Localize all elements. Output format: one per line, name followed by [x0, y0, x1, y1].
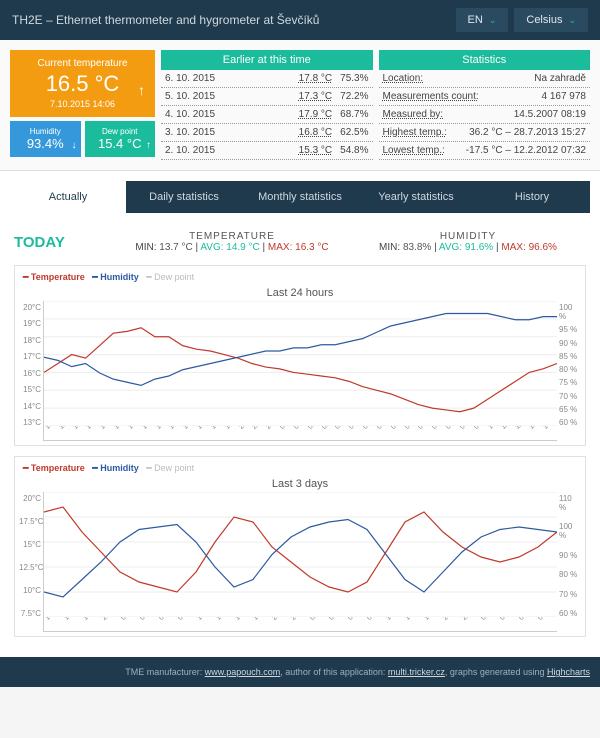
table-row: Measured by:14.5.2007 08:19 — [379, 106, 591, 124]
table-row: 2. 10. 201515.3 °C54.8% — [161, 142, 373, 160]
table-row: Highest temp.:36.2 °C – 28.7.2013 15:27 — [379, 124, 591, 142]
lang-select[interactable]: EN⌄ — [456, 8, 509, 32]
tab-daily-statistics[interactable]: Daily statistics — [126, 181, 242, 213]
trend-up-icon: ↑ — [146, 140, 151, 151]
hum-summary: HUMIDITY MIN: 83.8% | AVG: 91.6% | MAX: … — [350, 231, 586, 253]
chart: ━ Temperature ━ Humidity ━ Dew pointLast… — [14, 265, 586, 446]
footer: TME manufacturer: www.papouch.com, autho… — [0, 657, 600, 687]
footer-link[interactable]: www.papouch.com — [205, 667, 281, 677]
chevron-down-icon: ⌄ — [489, 15, 497, 26]
table-row: 3. 10. 201516.8 °C62.5% — [161, 124, 373, 142]
tab-yearly-statistics[interactable]: Yearly statistics — [358, 181, 474, 213]
table-row: Lowest temp.:-17.5 °C – 12.2.2012 07:32 — [379, 142, 591, 160]
current-temp-card: Current temperature 16.5 °C ↑ 7.10.2015 … — [10, 50, 155, 117]
tab-actually[interactable]: Actually — [10, 181, 126, 213]
tab-monthly-statistics[interactable]: Monthly statistics — [242, 181, 358, 213]
header: TH2E – Ethernet thermometer and hygromet… — [0, 0, 600, 40]
tabs: ActuallyDaily statisticsMonthly statisti… — [10, 181, 590, 213]
footer-link[interactable]: Highcharts — [547, 667, 590, 677]
today-label: TODAY — [14, 234, 114, 251]
current-temp-value: 16.5 °C — [18, 71, 147, 97]
footer-link[interactable]: multi.tricker.cz — [388, 667, 445, 677]
tab-history[interactable]: History — [474, 181, 590, 213]
trend-up-icon: ↑ — [138, 82, 145, 98]
trend-down-icon: ↓ — [72, 140, 77, 151]
table-row: Location:Na zahradě — [379, 70, 591, 88]
chart: ━ Temperature ━ Humidity ━ Dew pointLast… — [14, 456, 586, 637]
table-row: Measurements count:4 167 978 — [379, 88, 591, 106]
humidity-card: Humidity 93.4% ↓ — [10, 121, 81, 157]
temp-summary: TEMPERATURE MIN: 13.7 °C | AVG: 14.9 °C … — [114, 231, 350, 253]
table-row: 6. 10. 201517.8 °C75.3% — [161, 70, 373, 88]
earlier-table: Earlier at this time 6. 10. 201517.8 °C7… — [161, 50, 373, 160]
dewpoint-card: Dew point 15.4 °C ↑ — [85, 121, 156, 157]
summary-panel: Current temperature 16.5 °C ↑ 7.10.2015 … — [0, 40, 600, 171]
table-row: 5. 10. 201517.3 °C72.2% — [161, 88, 373, 106]
page-title: TH2E – Ethernet thermometer and hygromet… — [12, 13, 450, 27]
chevron-down-icon: ⌄ — [568, 15, 576, 26]
table-row: 4. 10. 201517.9 °C68.7% — [161, 106, 373, 124]
unit-select[interactable]: Celsius⌄ — [514, 8, 588, 32]
stats-table: Statistics Location:Na zahraděMeasuremen… — [379, 50, 591, 160]
